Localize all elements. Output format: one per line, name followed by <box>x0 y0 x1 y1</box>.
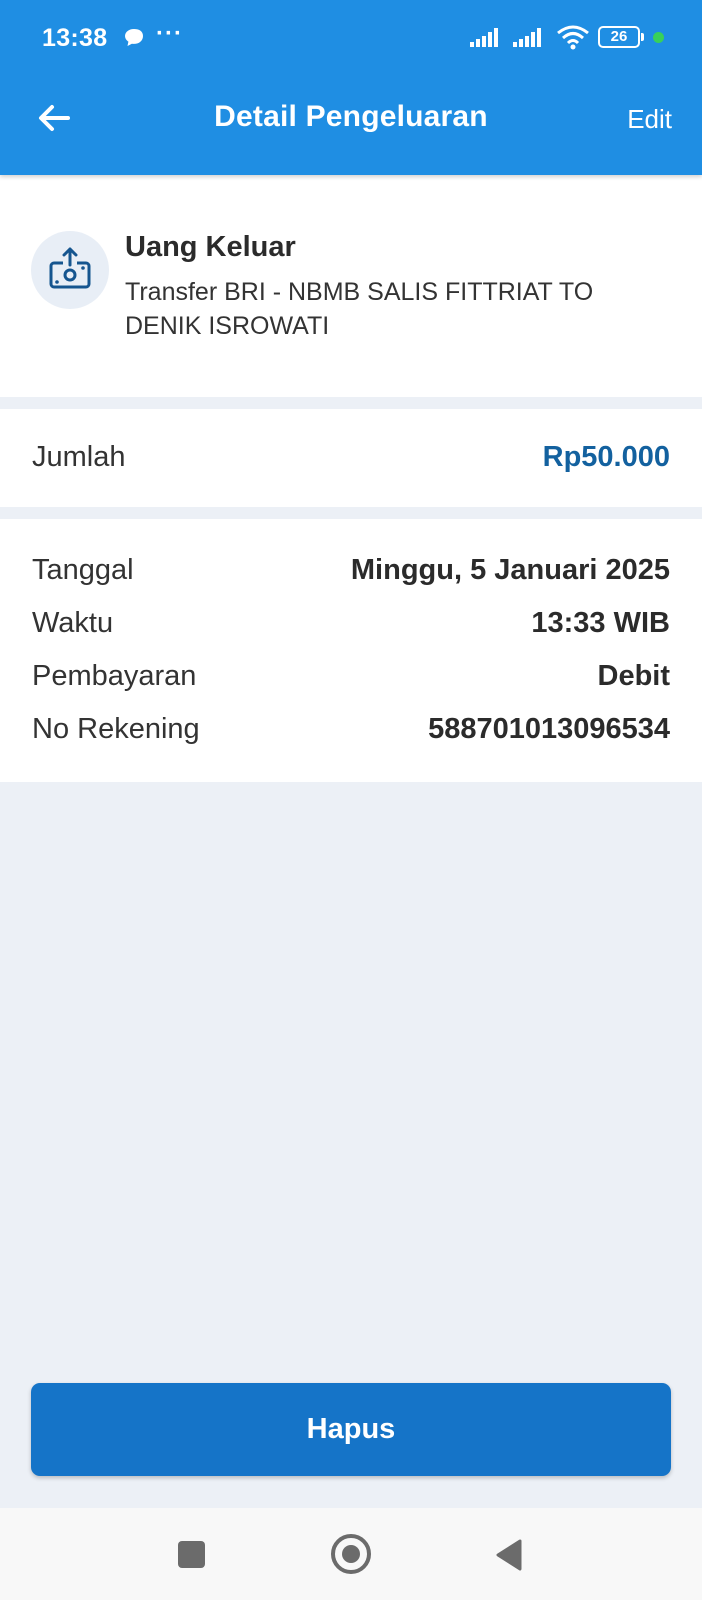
wifi-icon <box>557 25 589 50</box>
transaction-summary-card: Uang Keluar Transfer BRI - NBMB SALIS FI… <box>0 175 702 397</box>
signal-icon <box>470 28 498 47</box>
account-number-value: 588701013096534 <box>428 713 670 745</box>
amount-card: Jumlah Rp50.000 <box>0 409 702 507</box>
time-value: 13:33 WIB <box>531 607 670 639</box>
privacy-dot <box>653 32 664 43</box>
transaction-icon-container <box>31 231 109 309</box>
account-number-label: No Rekening <box>32 713 200 745</box>
battery-indicator: 26 <box>598 26 644 48</box>
transaction-description: Transfer BRI - NBMB SALIS FITTRIAT TO DE… <box>125 278 594 340</box>
signal-icon <box>513 28 541 47</box>
system-navigation-bar <box>0 1508 702 1600</box>
date-value: Minggu, 5 Januari 2025 <box>350 554 670 586</box>
home-button[interactable] <box>331 1534 371 1574</box>
date-label: Tanggal <box>32 554 134 586</box>
time-label: Waktu <box>32 607 114 639</box>
amount-value: Rp50.000 <box>542 441 670 473</box>
transaction-type: Uang Keluar <box>125 231 296 263</box>
details-card: Tanggal Minggu, 5 Januari 2025 Waktu 13:… <box>0 519 702 782</box>
app-bar: Detail Pengeluaran Edit <box>0 78 702 175</box>
recent-apps-button[interactable] <box>178 1541 205 1568</box>
payment-label: Pembayaran <box>32 660 197 692</box>
status-bar: 13:38 ··· 26 <box>0 0 702 78</box>
page-title: Detail Pengeluaran <box>214 100 488 133</box>
more-notifications-icon: ··· <box>156 20 183 47</box>
system-back-icon[interactable] <box>494 1538 524 1572</box>
edit-button[interactable]: Edit <box>627 104 672 135</box>
status-time: 13:38 <box>42 24 108 52</box>
delete-button[interactable]: Hapus <box>31 1383 671 1476</box>
payment-value: Debit <box>597 660 671 692</box>
amount-label: Jumlah <box>32 441 126 473</box>
money-out-icon <box>49 247 91 289</box>
chat-notification-icon <box>125 29 143 46</box>
top-bar: 13:38 ··· 26 Detail Pengeluaran Edit <box>0 0 702 175</box>
